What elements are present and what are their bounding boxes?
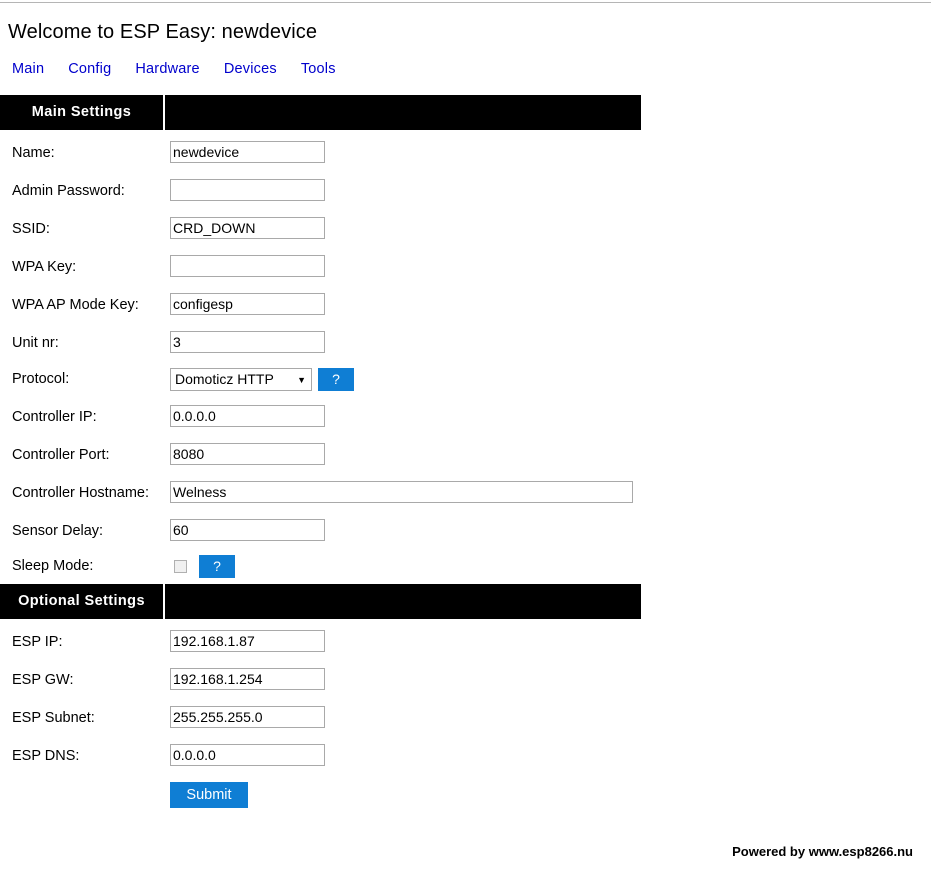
nav-item-config[interactable]: Config bbox=[68, 61, 111, 77]
esp-gw-input[interactable] bbox=[170, 668, 325, 690]
name-label: Name: bbox=[12, 145, 55, 161]
controller-ip-input[interactable] bbox=[170, 405, 325, 427]
esp-ip-label: ESP IP: bbox=[12, 634, 63, 650]
wpa-ap-mode-key-input[interactable] bbox=[170, 293, 325, 315]
controller-hostname-input[interactable] bbox=[170, 481, 633, 503]
unit-nr-control bbox=[170, 331, 325, 353]
protocol-select-value: Domoticz HTTP bbox=[175, 371, 274, 387]
row-esp-subnet: ESP Subnet: bbox=[0, 706, 931, 744]
ssid-control bbox=[170, 217, 325, 239]
nav-item-tools[interactable]: Tools bbox=[301, 61, 336, 77]
wpa-key-control bbox=[170, 255, 325, 277]
row-esp-dns: ESP DNS: bbox=[0, 744, 931, 782]
unit-nr-label: Unit nr: bbox=[12, 335, 59, 351]
row-protocol: Protocol: Domoticz HTTP ▼? bbox=[0, 368, 931, 406]
ssid-input[interactable] bbox=[170, 217, 325, 239]
esp-subnet-label: ESP Subnet: bbox=[12, 710, 95, 726]
esp-gw-control bbox=[170, 668, 325, 690]
row-controller-ip: Controller IP: bbox=[0, 405, 931, 443]
esp-ip-control bbox=[170, 630, 325, 652]
optional-settings-header: Optional Settings bbox=[0, 584, 641, 619]
main-settings-heading: Main Settings bbox=[31, 104, 132, 120]
wpa-ap-mode-key-label: WPA AP Mode Key: bbox=[12, 297, 139, 313]
chevron-down-icon: ▼ bbox=[297, 375, 306, 385]
row-ssid: SSID: bbox=[0, 217, 931, 255]
top-divider bbox=[0, 2, 931, 3]
row-admin-password: Admin Password: bbox=[0, 179, 931, 217]
sleep-mode-control: ? bbox=[170, 555, 235, 578]
admin-password-control bbox=[170, 179, 325, 201]
row-controller-port: Controller Port: bbox=[0, 443, 931, 481]
optional-settings-heading: Optional Settings bbox=[18, 593, 145, 609]
main-navigation: Main Config Hardware Devices Tools bbox=[12, 60, 336, 78]
esp-dns-input[interactable] bbox=[170, 744, 325, 766]
row-esp-ip: ESP IP: bbox=[0, 630, 931, 668]
esp-dns-control bbox=[170, 744, 325, 766]
sensor-delay-input[interactable] bbox=[170, 519, 325, 541]
row-sensor-delay: Sensor Delay: bbox=[0, 519, 931, 557]
esp-dns-label: ESP DNS: bbox=[12, 748, 80, 764]
esp-subnet-control bbox=[170, 706, 325, 728]
row-esp-gw: ESP GW: bbox=[0, 668, 931, 706]
protocol-label: Protocol: bbox=[12, 371, 70, 387]
footer-credit: Powered by www.esp8266.nu bbox=[732, 844, 913, 859]
wpa-ap-mode-key-control bbox=[170, 293, 325, 315]
controller-ip-control bbox=[170, 405, 325, 427]
header-right-cell bbox=[165, 95, 641, 130]
sleep-mode-checkbox[interactable] bbox=[174, 560, 187, 573]
nav-item-hardware[interactable]: Hardware bbox=[135, 61, 199, 77]
controller-port-control bbox=[170, 443, 325, 465]
controller-port-input[interactable] bbox=[170, 443, 325, 465]
wpa-key-label: WPA Key: bbox=[12, 259, 77, 275]
page-title: Welcome to ESP Easy: newdevice bbox=[8, 21, 318, 44]
row-unit-nr: Unit nr: bbox=[0, 331, 931, 369]
protocol-control: Domoticz HTTP ▼? bbox=[170, 368, 354, 391]
row-name: Name: bbox=[0, 141, 931, 179]
ssid-label: SSID: bbox=[12, 221, 50, 237]
esp-gw-label: ESP GW: bbox=[12, 672, 74, 688]
sensor-delay-control bbox=[170, 519, 325, 541]
protocol-select[interactable]: Domoticz HTTP ▼ bbox=[170, 368, 312, 391]
protocol-help-button[interactable]: ? bbox=[318, 368, 354, 391]
submit-button[interactable]: Submit bbox=[170, 782, 248, 808]
admin-password-input[interactable] bbox=[170, 179, 325, 201]
row-wpa-key: WPA Key: bbox=[0, 255, 931, 293]
admin-password-label: Admin Password: bbox=[12, 183, 125, 199]
sleep-mode-label: Sleep Mode: bbox=[12, 558, 94, 574]
name-input[interactable] bbox=[170, 141, 325, 163]
sleep-mode-help-button[interactable]: ? bbox=[199, 555, 235, 578]
row-wpa-ap-mode-key: WPA AP Mode Key: bbox=[0, 293, 931, 331]
esp-subnet-input[interactable] bbox=[170, 706, 325, 728]
controller-port-label: Controller Port: bbox=[12, 447, 110, 463]
optional-header-right-cell bbox=[165, 584, 641, 619]
unit-nr-input[interactable] bbox=[170, 331, 325, 353]
wpa-key-input[interactable] bbox=[170, 255, 325, 277]
controller-hostname-label: Controller Hostname: bbox=[12, 485, 149, 501]
nav-item-main[interactable]: Main bbox=[12, 61, 44, 77]
row-controller-hostname: Controller Hostname: bbox=[0, 481, 931, 519]
esp-ip-input[interactable] bbox=[170, 630, 325, 652]
controller-ip-label: Controller IP: bbox=[12, 409, 97, 425]
name-control bbox=[170, 141, 325, 163]
controller-hostname-control bbox=[170, 481, 633, 503]
sensor-delay-label: Sensor Delay: bbox=[12, 523, 104, 539]
main-settings-header: Main Settings bbox=[0, 95, 641, 130]
nav-item-devices[interactable]: Devices bbox=[224, 61, 277, 77]
